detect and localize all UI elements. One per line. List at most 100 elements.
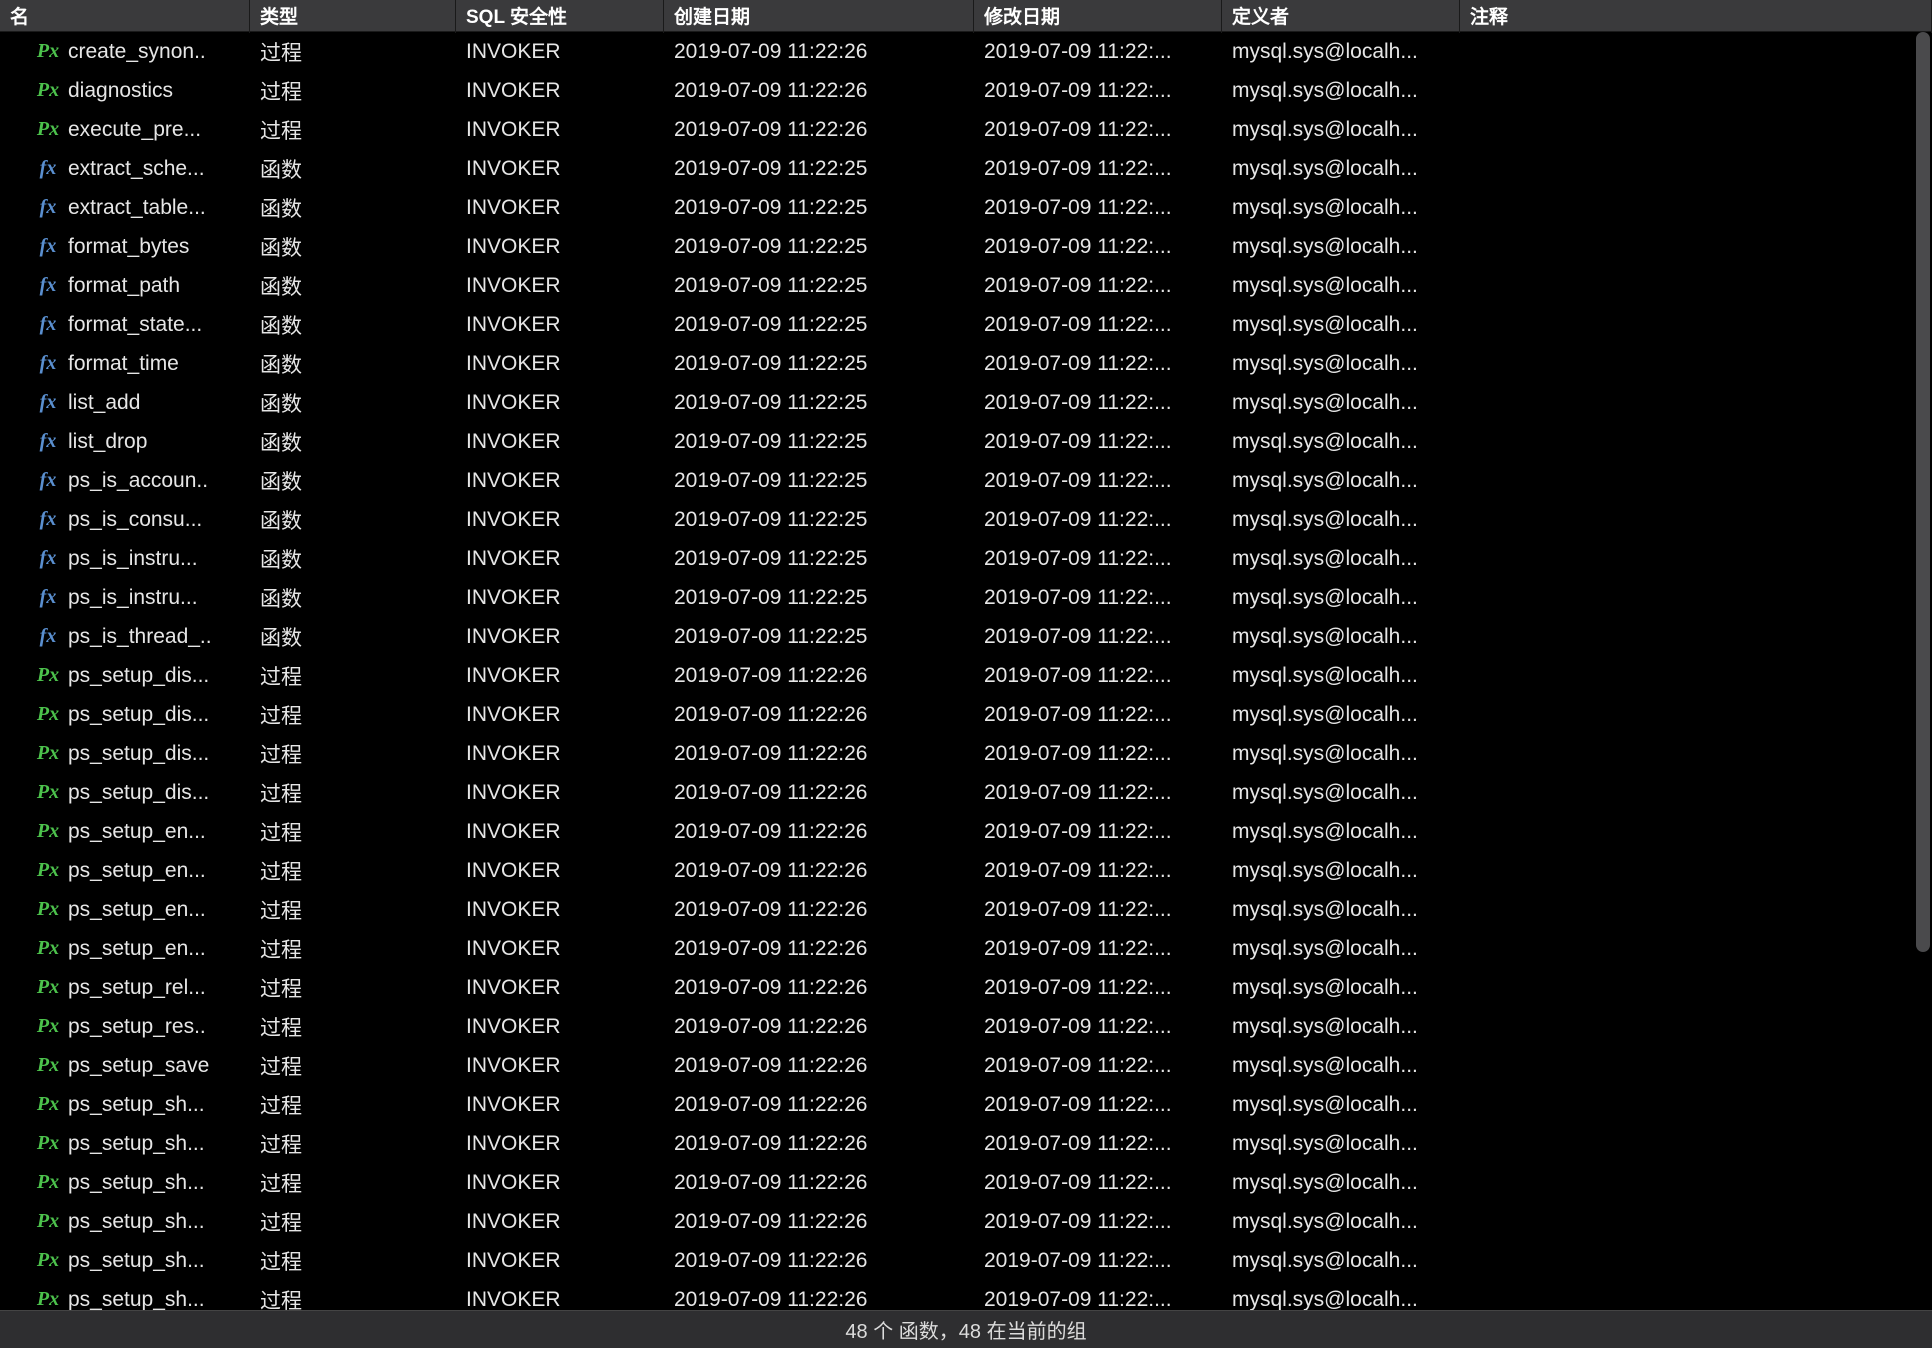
table-row[interactable]: fxformat_path函数INVOKER2019-07-09 11:22:2… — [0, 266, 1932, 305]
cell-modified: 2019-07-09 11:22:... — [974, 309, 1222, 341]
cell-modified: 2019-07-09 11:22:... — [974, 816, 1222, 848]
routine-name: format_path — [68, 274, 180, 298]
cell-comment — [1460, 126, 1932, 134]
cell-type: 函数 — [250, 150, 456, 188]
cell-type: 过程 — [250, 969, 456, 1007]
table-row[interactable]: Pxps_setup_sh...过程INVOKER2019-07-09 11:2… — [0, 1202, 1932, 1241]
table-row[interactable]: Pxcreate_synon..过程INVOKER2019-07-09 11:2… — [0, 32, 1932, 71]
cell-comment — [1460, 399, 1932, 407]
table-row[interactable]: Pxps_setup_sh...过程INVOKER2019-07-09 11:2… — [0, 1241, 1932, 1280]
cell-created: 2019-07-09 11:22:26 — [664, 1167, 974, 1199]
routine-name: ps_setup_rel... — [68, 976, 206, 1000]
cell-name: Pxps_setup_sh... — [0, 1206, 250, 1238]
table-row[interactable]: Pxps_setup_save过程INVOKER2019-07-09 11:22… — [0, 1046, 1932, 1085]
routine-name: ps_setup_sh... — [68, 1093, 205, 1117]
cell-created: 2019-07-09 11:22:26 — [664, 114, 974, 146]
table-row[interactable]: fxformat_bytes函数INVOKER2019-07-09 11:22:… — [0, 227, 1932, 266]
col-header-definer[interactable]: 定义者 — [1222, 0, 1460, 33]
cell-created: 2019-07-09 11:22:26 — [664, 738, 974, 770]
table-row[interactable]: Pxps_setup_dis...过程INVOKER2019-07-09 11:… — [0, 734, 1932, 773]
table-row[interactable]: Pxps_setup_sh...过程INVOKER2019-07-09 11:2… — [0, 1163, 1932, 1202]
function-icon: fx — [36, 196, 60, 219]
table-row[interactable]: Pxps_setup_dis...过程INVOKER2019-07-09 11:… — [0, 695, 1932, 734]
cell-comment — [1460, 243, 1932, 251]
cell-created: 2019-07-09 11:22:26 — [664, 972, 974, 1004]
cell-created: 2019-07-09 11:22:25 — [664, 192, 974, 224]
table-row[interactable]: fxlist_add函数INVOKER2019-07-09 11:22:2520… — [0, 383, 1932, 422]
procedure-icon: Px — [36, 664, 60, 687]
routine-name: ps_is_instru... — [68, 547, 198, 571]
cell-definer: mysql.sys@localh... — [1222, 1206, 1460, 1238]
table-row[interactable]: Pxdiagnostics过程INVOKER2019-07-09 11:22:2… — [0, 71, 1932, 110]
table-row[interactable]: fxps_is_consu...函数INVOKER2019-07-09 11:2… — [0, 500, 1932, 539]
table-row[interactable]: Pxps_setup_en...过程INVOKER2019-07-09 11:2… — [0, 929, 1932, 968]
scrollbar-thumb[interactable] — [1916, 32, 1930, 952]
col-header-sql-security[interactable]: SQL 安全性 — [456, 0, 664, 33]
routine-name: format_state... — [68, 313, 202, 337]
cell-definer: mysql.sys@localh... — [1222, 1128, 1460, 1160]
cell-created: 2019-07-09 11:22:26 — [664, 1128, 974, 1160]
cell-name: fxextract_sche... — [0, 153, 250, 185]
cell-comment — [1460, 438, 1932, 446]
table-row[interactable]: Pxps_setup_dis...过程INVOKER2019-07-09 11:… — [0, 773, 1932, 812]
table-row[interactable]: fxps_is_accoun..函数INVOKER2019-07-09 11:2… — [0, 461, 1932, 500]
cell-definer: mysql.sys@localh... — [1222, 1011, 1460, 1043]
routine-name: ps_is_thread_.. — [68, 625, 212, 649]
cell-comment — [1460, 360, 1932, 368]
cell-name: Pxps_setup_dis... — [0, 777, 250, 809]
table-row[interactable]: Pxexecute_pre...过程INVOKER2019-07-09 11:2… — [0, 110, 1932, 149]
col-header-type[interactable]: 类型 — [250, 0, 456, 33]
cell-comment — [1460, 945, 1932, 953]
table-row[interactable]: fxps_is_instru...函数INVOKER2019-07-09 11:… — [0, 578, 1932, 617]
table-row[interactable]: fxextract_table...函数INVOKER2019-07-09 11… — [0, 188, 1932, 227]
cell-created: 2019-07-09 11:22:26 — [664, 1284, 974, 1311]
cell-created: 2019-07-09 11:22:26 — [664, 1089, 974, 1121]
cell-sql-security: INVOKER — [456, 36, 664, 68]
cell-name: fx format_state... — [0, 309, 250, 341]
table-row[interactable]: Pxps_setup_sh...过程INVOKER2019-07-09 11:2… — [0, 1085, 1932, 1124]
function-icon: fx — [36, 313, 60, 336]
col-header-name[interactable]: 名 — [0, 0, 250, 33]
cell-name: fxps_is_accoun.. — [0, 465, 250, 497]
cell-type: 过程 — [250, 111, 456, 149]
table-row[interactable]: Pxps_setup_en...过程INVOKER2019-07-09 11:2… — [0, 812, 1932, 851]
col-header-modified[interactable]: 修改日期 — [974, 0, 1222, 33]
status-bar: 48 个 函数，48 在当前的组 — [0, 1310, 1932, 1348]
cell-type: 过程 — [250, 930, 456, 968]
cell-type: 函数 — [250, 423, 456, 461]
table-row[interactable]: fxlist_drop函数INVOKER2019-07-09 11:22:252… — [0, 422, 1932, 461]
cell-modified: 2019-07-09 11:22:... — [974, 75, 1222, 107]
table-row[interactable]: fxformat_state...函数INVOKER2019-07-09 11:… — [0, 305, 1932, 344]
cell-type: 过程 — [250, 1008, 456, 1046]
col-header-comment[interactable]: 注释 — [1460, 0, 1932, 33]
cell-sql-security: INVOKER — [456, 933, 664, 965]
cell-modified: 2019-07-09 11:22:... — [974, 699, 1222, 731]
cell-created: 2019-07-09 11:22:26 — [664, 36, 974, 68]
table-row[interactable]: Pxps_setup_res..过程INVOKER2019-07-09 11:2… — [0, 1007, 1932, 1046]
table-row[interactable]: fxps_is_instru...函数INVOKER2019-07-09 11:… — [0, 539, 1932, 578]
cell-sql-security: INVOKER — [456, 699, 664, 731]
cell-type: 过程 — [250, 72, 456, 110]
vertical-scrollbar[interactable] — [1914, 32, 1932, 1310]
table-row[interactable]: Pxps_setup_sh...过程INVOKER2019-07-09 11:2… — [0, 1280, 1932, 1310]
cell-definer: mysql.sys@localh... — [1222, 894, 1460, 926]
table-row[interactable]: Pxps_setup_en...过程INVOKER2019-07-09 11:2… — [0, 890, 1932, 929]
cell-created: 2019-07-09 11:22:26 — [664, 855, 974, 887]
col-header-created[interactable]: 创建日期 — [664, 0, 974, 33]
procedure-icon: Px — [36, 1210, 60, 1233]
cell-modified: 2019-07-09 11:22:... — [974, 543, 1222, 575]
cell-modified: 2019-07-09 11:22:... — [974, 231, 1222, 263]
function-icon: fx — [36, 625, 60, 648]
table-row[interactable]: Pxps_setup_en...过程INVOKER2019-07-09 11:2… — [0, 851, 1932, 890]
cell-sql-security: INVOKER — [456, 816, 664, 848]
table-row[interactable]: fxps_is_thread_..函数INVOKER2019-07-09 11:… — [0, 617, 1932, 656]
table-row[interactable]: Pxps_setup_dis...过程INVOKER2019-07-09 11:… — [0, 656, 1932, 695]
cell-sql-security: INVOKER — [456, 972, 664, 1004]
cell-name: Pxps_setup_dis... — [0, 699, 250, 731]
table-row[interactable]: Pxps_setup_rel...过程INVOKER2019-07-09 11:… — [0, 968, 1932, 1007]
table-row[interactable]: fxextract_sche...函数INVOKER2019-07-09 11:… — [0, 149, 1932, 188]
table-row[interactable]: Pxps_setup_sh...过程INVOKER2019-07-09 11:2… — [0, 1124, 1932, 1163]
cell-modified: 2019-07-09 11:22:... — [974, 114, 1222, 146]
routine-name: ps_setup_dis... — [68, 703, 209, 727]
table-row[interactable]: fxformat_time函数INVOKER2019-07-09 11:22:2… — [0, 344, 1932, 383]
